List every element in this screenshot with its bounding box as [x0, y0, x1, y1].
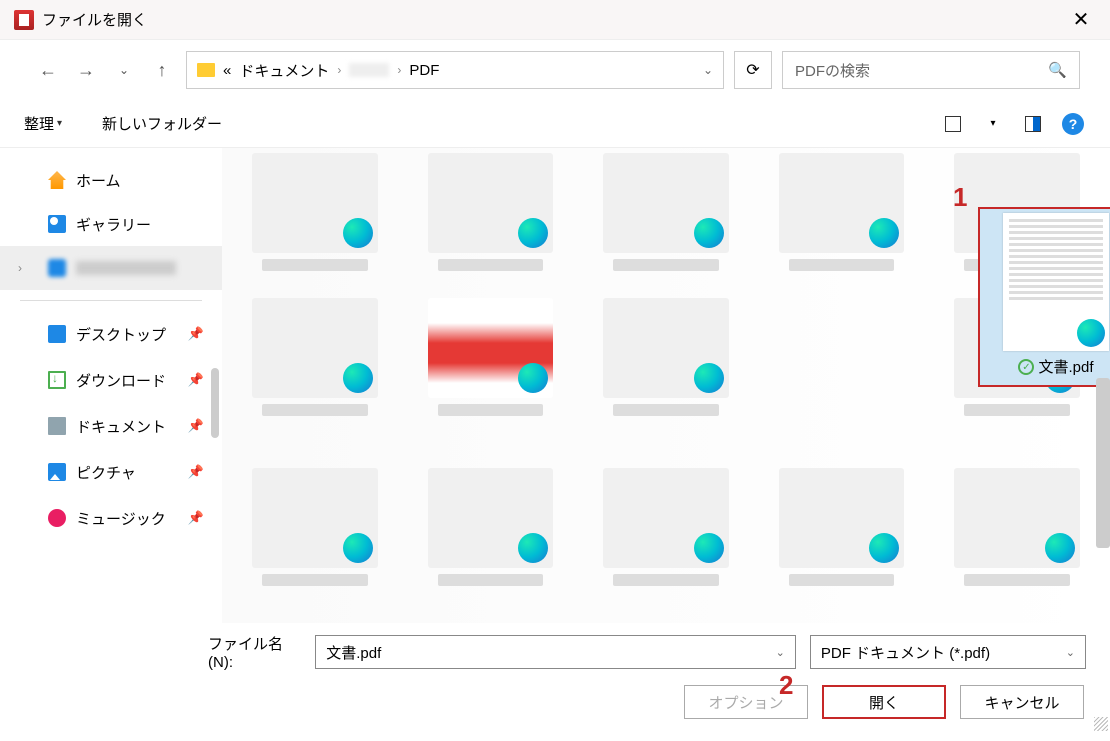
path-sep: « [223, 62, 231, 79]
annotation-2: 2 [779, 670, 793, 701]
file-thumb[interactable] [252, 153, 378, 253]
path-seg1[interactable]: ドキュメント [239, 60, 329, 81]
sidebar-item-user[interactable]: › [0, 246, 222, 290]
pin-icon[interactable]: 📌 [188, 418, 204, 434]
sidebar-item-home[interactable]: ホーム [0, 158, 222, 202]
path-box[interactable]: « ドキュメント › › PDF ⌄ [186, 51, 724, 89]
forward-button[interactable]: → [72, 56, 100, 84]
search-placeholder: PDFの検索 [795, 60, 1048, 81]
pin-icon[interactable]: 📌 [188, 326, 204, 342]
path-hidden[interactable] [349, 63, 389, 77]
organize-menu[interactable]: 整理 ▾ [24, 113, 62, 134]
sidebar-item-document[interactable]: ドキュメント 📌 [0, 403, 222, 449]
sidebar-item-music[interactable]: ミュージック 📌 [0, 495, 222, 541]
help-button[interactable]: ? [1060, 111, 1086, 137]
path-seg2[interactable]: PDF [409, 62, 439, 79]
file-thumbnail [1003, 213, 1109, 351]
sidebar-item-picture[interactable]: ピクチャ 📌 [0, 449, 222, 495]
sidebar-scrollbar[interactable] [211, 368, 219, 438]
search-input[interactable]: PDFの検索 🔍 [782, 51, 1080, 89]
chevron-icon: › [397, 63, 401, 77]
check-icon: ✓ [1018, 359, 1034, 375]
chevron-down-icon: ▾ [57, 118, 62, 129]
sidebar-item-desktop[interactable]: デスクトップ 📌 [0, 311, 222, 357]
new-folder-button[interactable]: 新しいフォルダー [102, 113, 222, 134]
selected-file[interactable]: ✓ 文書.pdf [978, 207, 1110, 387]
chevron-icon: › [337, 63, 341, 77]
file-thumb[interactable] [603, 153, 729, 253]
home-icon [48, 171, 66, 189]
cancel-button[interactable]: キャンセル [960, 685, 1084, 719]
file-grid[interactable]: ✓ 文書.pdf 1 [222, 148, 1110, 623]
file-thumb[interactable] [954, 468, 1080, 568]
pin-icon[interactable]: 📌 [188, 510, 204, 526]
close-button[interactable]: ✕ [1066, 5, 1096, 35]
resize-grip[interactable] [1094, 717, 1108, 731]
preview-pane[interactable] [1020, 111, 1046, 137]
filename-label: ファイル名(N): [208, 633, 307, 671]
gallery-icon [48, 215, 66, 233]
file-thumb[interactable] [603, 468, 729, 568]
edge-icon [1077, 319, 1105, 347]
user-icon [48, 259, 66, 277]
view-dropdown[interactable]: ▾ [980, 111, 1006, 137]
file-thumb[interactable] [779, 468, 905, 568]
sidebar-user-label [76, 261, 176, 275]
annotation-1: 1 [953, 182, 967, 213]
file-thumb[interactable] [428, 468, 554, 568]
selected-file-name: 文書.pdf [1038, 356, 1093, 377]
content-scrollbar[interactable] [1096, 378, 1110, 548]
picture-icon [48, 463, 66, 481]
file-thumb[interactable] [603, 298, 729, 398]
open-button[interactable]: 開く [822, 685, 946, 719]
search-icon: 🔍 [1048, 61, 1067, 79]
file-thumb[interactable] [252, 298, 378, 398]
file-thumb[interactable] [428, 298, 554, 398]
download-icon [48, 371, 66, 389]
path-dropdown[interactable]: ⌄ [703, 63, 713, 77]
file-type-filter[interactable]: PDF ドキュメント (*.pdf) ⌄ [810, 635, 1086, 669]
desktop-icon [48, 325, 66, 343]
music-icon [48, 509, 66, 527]
sidebar-item-download[interactable]: ダウンロード 📌 [0, 357, 222, 403]
app-icon [14, 10, 34, 30]
pin-icon[interactable]: 📌 [188, 372, 204, 388]
view-thumbnails[interactable] [940, 111, 966, 137]
folder-icon [197, 63, 215, 77]
pin-icon[interactable]: 📌 [188, 464, 204, 480]
file-thumb[interactable] [252, 468, 378, 568]
expand-icon[interactable]: › [18, 261, 22, 275]
file-thumb[interactable] [428, 153, 554, 253]
chevron-down-icon: ⌄ [1066, 646, 1075, 659]
recent-dropdown[interactable]: ⌄ [110, 56, 138, 84]
up-button[interactable]: ↑ [148, 56, 176, 84]
file-thumb[interactable] [779, 153, 905, 253]
window-title: ファイルを開く [42, 9, 1066, 30]
document-icon [48, 417, 66, 435]
refresh-button[interactable]: ⟳ [734, 51, 772, 89]
chevron-down-icon[interactable]: ⌄ [776, 646, 785, 659]
filename-input[interactable]: 文書.pdf ⌄ [315, 635, 796, 669]
back-button[interactable]: ← [34, 56, 62, 84]
sidebar-item-gallery[interactable]: ギャラリー [0, 202, 222, 246]
